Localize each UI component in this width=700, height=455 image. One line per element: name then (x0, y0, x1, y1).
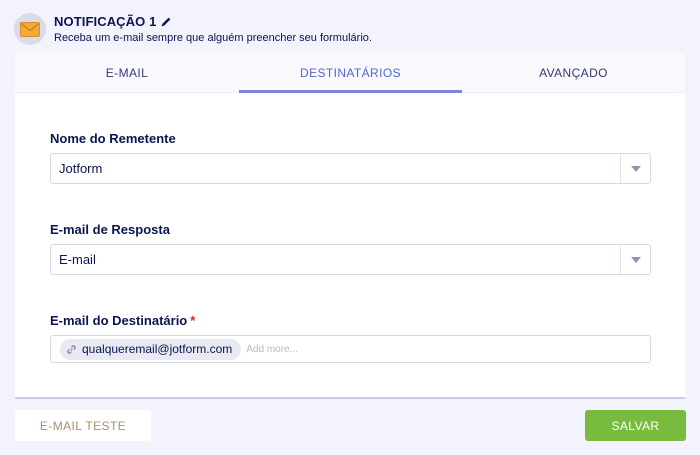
header-text: NOTIFICAÇÃO 1 Receba um e-mail sempre qu… (54, 14, 372, 44)
notification-subtitle: Receba um e-mail sempre que alguém preen… (54, 32, 372, 44)
email-tag-text: qualqueremail@jotform.com (82, 342, 233, 356)
tab-email[interactable]: E-MAIL (15, 53, 239, 92)
notification-title: NOTIFICAÇÃO 1 (54, 14, 157, 29)
recipient-email-label: E-mail do Destinatário * (50, 313, 195, 328)
pencil-icon[interactable] (160, 16, 172, 28)
card-bottom-border (15, 397, 685, 399)
envelope-icon (14, 13, 46, 45)
sender-name-value: Jotform (59, 161, 103, 176)
required-mark: * (190, 313, 196, 328)
email-tag[interactable]: qualqueremail@jotform.com (60, 338, 242, 360)
test-email-button[interactable]: E-MAIL TESTE (15, 410, 151, 441)
notification-header: NOTIFICAÇÃO 1 Receba um e-mail sempre qu… (14, 12, 372, 46)
recipient-email-label-text: E-mail do Destinatário (50, 313, 188, 328)
sender-name-label: Nome do Remetente (50, 131, 176, 146)
reply-email-value: E-mail (59, 252, 96, 267)
reply-email-select[interactable]: E-mail (50, 244, 651, 275)
title-row: NOTIFICAÇÃO 1 (54, 14, 372, 29)
tab-recipients[interactable]: DESTINATÁRIOS (239, 53, 462, 93)
save-button[interactable]: SALVAR (585, 410, 686, 441)
link-icon (67, 344, 76, 354)
tab-advanced[interactable]: AVANÇADO (462, 53, 685, 92)
chevron-down-icon[interactable] (620, 245, 650, 274)
add-more-input[interactable] (246, 343, 367, 355)
tab-bar: E-MAIL DESTINATÁRIOS AVANÇADO (15, 53, 685, 93)
sender-name-select[interactable]: Jotform (50, 153, 651, 184)
recipient-email-input[interactable]: qualqueremail@jotform.com (50, 335, 651, 363)
reply-email-label: E-mail de Resposta (50, 222, 170, 237)
chevron-down-icon[interactable] (620, 154, 650, 183)
settings-card: E-MAIL DESTINATÁRIOS AVANÇADO Nome do Re… (15, 53, 685, 398)
